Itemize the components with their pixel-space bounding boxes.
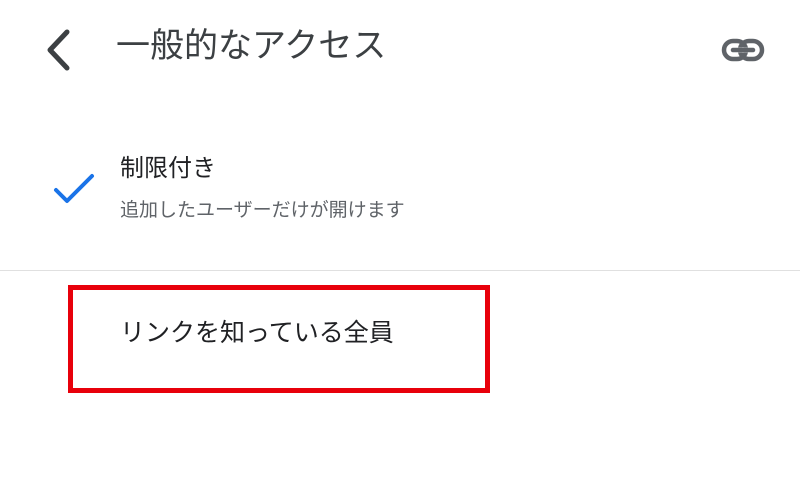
copy-link-button[interactable] [716,28,770,72]
check-icon [54,174,94,203]
option-restricted-description: 追加したユーザーだけが開けます [120,199,405,221]
back-button[interactable] [36,26,80,74]
general-access-screen: 一般的なアクセス 制限付き 追加したユーザーだけが開けます リンクを知っている全… [0,0,800,481]
top-app-bar: 一般的なアクセス [0,0,800,96]
divider [0,270,800,271]
option-anyone-with-link-title: リンクを知っている全員 [120,318,394,347]
chevron-left-icon [47,29,70,71]
page-title: 一般的なアクセス [116,26,387,66]
option-restricted[interactable]: 制限付き 追加したユーザーだけが開けます [0,136,800,244]
link-icon [721,38,765,62]
option-restricted-title: 制限付き [120,154,216,182]
option-anyone-with-link[interactable]: リンクを知っている全員 [0,300,800,370]
